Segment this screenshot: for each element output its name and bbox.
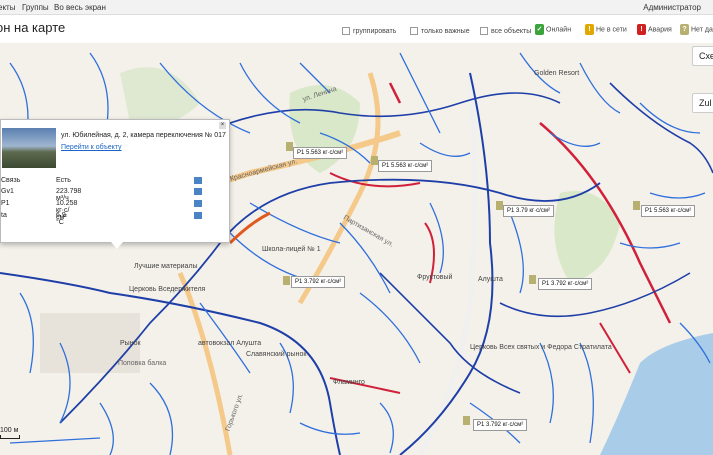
go-to-object-link[interactable]: Перейти к объекту: [61, 144, 122, 151]
popup-pointer: [111, 242, 123, 249]
page-title: он на карте: [0, 20, 66, 35]
scale-line: [0, 435, 20, 439]
station-marker-icon[interactable]: [283, 276, 290, 285]
online-marker-icon: ✓: [535, 24, 544, 35]
chart-icon[interactable]: [194, 177, 202, 184]
row-value: Есть: [56, 177, 71, 184]
pipe-red: [388, 82, 402, 104]
legend-label: Нет да: [691, 26, 713, 34]
chart-icon[interactable]: [194, 188, 202, 195]
pressure-readout[interactable]: P1 3.792 кг·с/см²: [473, 419, 528, 431]
station-marker-icon[interactable]: [371, 156, 378, 165]
poi-label[interactable]: Рынок: [120, 340, 141, 347]
important-only-checkbox[interactable]: только важные: [410, 27, 470, 35]
object-info-popup: ул. Юбилейная, д. 2, камера переключения…: [0, 119, 230, 249]
poi-label[interactable]: Церковь Всех святых и Федора Стратилата: [470, 344, 612, 351]
map-layer: [0, 52, 713, 455]
legend-label: Онлайн: [546, 26, 572, 34]
map-canvas[interactable]: Схе Zul Golden Resort Школа-лицей № 1 Лу…: [0, 43, 713, 455]
pressure-readout[interactable]: P1 3.79 кг·с/см²: [503, 205, 554, 217]
scheme-button[interactable]: Схе: [692, 46, 713, 66]
nav-objects-link[interactable]: екты: [0, 3, 15, 12]
poi-label[interactable]: Алушта: [478, 276, 503, 283]
checkbox-box[interactable]: [480, 27, 488, 35]
major-road: [177, 272, 233, 455]
pipe-main: [229, 92, 561, 124]
poi-label[interactable]: Школа-лицей № 1: [262, 246, 321, 253]
checkbox-box[interactable]: [342, 27, 350, 35]
legend-offline[interactable]: ! Не в сети: [585, 24, 627, 35]
scale-bar: 100 м: [0, 427, 20, 439]
row-label: Связь: [1, 177, 21, 184]
camera-thumbnail[interactable]: [2, 128, 56, 168]
major-road: [417, 72, 478, 455]
row-value: 6.9 °C: [56, 212, 66, 226]
poi-label[interactable]: Фруктовый: [417, 274, 452, 281]
street-label: Поповка балка: [118, 360, 167, 367]
legend-online[interactable]: ✓ Онлайн: [535, 24, 571, 35]
station-marker-icon[interactable]: [633, 201, 640, 210]
all-objects-label: все объекты: [491, 27, 532, 35]
popup-title: ул. Юбилейная, д. 2, камера переключения…: [61, 132, 226, 139]
park-area: [120, 67, 200, 126]
poi-label[interactable]: Фламинго: [333, 379, 365, 386]
close-icon[interactable]: ×: [219, 122, 226, 129]
legend-label: Авария: [648, 26, 672, 34]
poi-label[interactable]: Golden Resort: [534, 70, 579, 77]
no-data-marker-icon: ?: [680, 24, 689, 35]
top-navigation-bar: екты Группы Во весь экран Администратор: [0, 0, 713, 15]
poi-label[interactable]: Лучшие материалы: [134, 263, 198, 270]
group-checkbox[interactable]: группировать: [342, 27, 396, 35]
chart-icon[interactable]: [194, 200, 202, 207]
poi-label[interactable]: Славянский рынок: [246, 351, 306, 358]
pressure-readout[interactable]: P1 3.792 кг·с/см²: [538, 278, 593, 290]
nav-fullscreen-link[interactable]: Во весь экран: [54, 3, 106, 12]
checkbox-box[interactable]: [410, 27, 418, 35]
pressure-readout[interactable]: P1 3.792 кг·с/см²: [291, 276, 346, 288]
station-marker-icon[interactable]: [496, 201, 503, 210]
legend-alarm[interactable]: ! Авария: [637, 24, 672, 35]
alarm-marker-icon: !: [637, 24, 646, 35]
row-label: P1: [1, 200, 10, 207]
nav-groups-link[interactable]: Группы: [22, 3, 49, 12]
all-objects-checkbox[interactable]: все объекты: [480, 27, 531, 35]
group-label: группировать: [353, 27, 397, 35]
row-label: Gv1: [1, 188, 14, 195]
offline-marker-icon: !: [585, 24, 594, 35]
pressure-readout[interactable]: P1 5.563 кг·с/см²: [378, 160, 433, 172]
poi-label[interactable]: автовокзал Алушта: [198, 340, 261, 347]
station-marker-icon[interactable]: [529, 275, 536, 284]
legend-label: Не в сети: [596, 26, 627, 34]
poi-label[interactable]: Церковь Вседержителя: [129, 286, 205, 293]
station-marker-icon[interactable]: [463, 416, 470, 425]
important-only-label: только важные: [421, 27, 470, 35]
legend-no-data[interactable]: ? Нет да: [680, 24, 713, 35]
user-menu[interactable]: Администратор: [643, 3, 701, 12]
zoom-button[interactable]: Zul: [692, 93, 713, 113]
row-label: ta: [1, 212, 7, 219]
pressure-readout[interactable]: P1 5.563 кг·с/см²: [293, 147, 348, 159]
pressure-readout[interactable]: P1 5.563 кг·с/см²: [641, 205, 696, 217]
highlighted-road: [228, 211, 271, 245]
station-marker-icon[interactable]: [286, 142, 293, 151]
chart-icon[interactable]: [194, 212, 202, 219]
scale-label: 100 м: [0, 427, 19, 434]
